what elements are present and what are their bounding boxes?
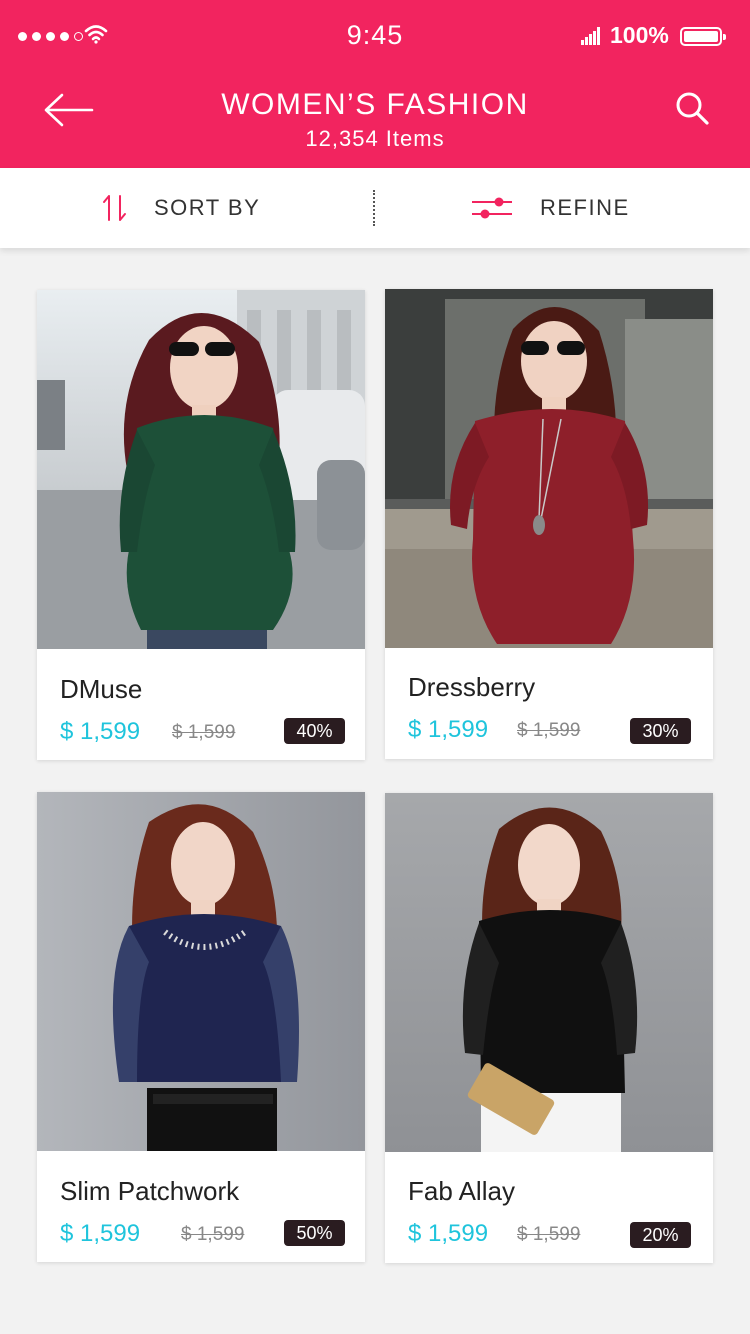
product-name: Dressberry xyxy=(408,672,536,702)
product-image[interactable] xyxy=(385,289,713,648)
refine-button[interactable]: REFINE xyxy=(470,168,630,248)
refine-label: REFINE xyxy=(540,195,630,220)
product-price: $ 1,599 xyxy=(60,718,141,745)
product-old-price: $ 1,599 xyxy=(172,722,236,743)
item-count: 12,354 Items xyxy=(305,126,445,151)
page-title-block: WOMEN’S FASHION 12,354 Items xyxy=(150,88,600,152)
filter-sliders-icon xyxy=(472,197,512,219)
toolbar-divider xyxy=(373,190,375,226)
product-name: Slim Patchwork xyxy=(60,1176,240,1206)
discount-badge: 50% xyxy=(284,1220,345,1246)
sort-by-label: SORT BY xyxy=(154,195,261,220)
product-price: $ 1,599 xyxy=(60,1220,141,1247)
product-old-price: $ 1,599 xyxy=(517,1224,581,1245)
status-bar: 9:45 100% xyxy=(0,0,750,70)
product-card[interactable]: Dressberry $ 1,599 $ 1,599 30% xyxy=(385,289,713,759)
product-price: $ 1,599 xyxy=(408,1220,489,1247)
discount-badge: 40% xyxy=(284,718,345,744)
product-card[interactable]: Slim Patchwork $ 1,599 $ 1,599 50% xyxy=(37,792,365,1262)
cellular-icon xyxy=(581,27,600,45)
battery-percent: 100% xyxy=(610,22,669,48)
product-card[interactable]: DMuse $ 1,599 $ 1,599 40% xyxy=(37,290,365,760)
product-name: DMuse xyxy=(60,674,143,704)
back-arrow-icon[interactable] xyxy=(40,88,96,132)
sort-refine-toolbar: SORT BY REFINE xyxy=(0,168,750,248)
product-old-price: $ 1,599 xyxy=(517,720,581,741)
discount-badge: 30% xyxy=(630,718,691,744)
sort-icon xyxy=(103,195,126,221)
search-icon[interactable] xyxy=(672,88,712,128)
product-price: $ 1,599 xyxy=(408,716,489,743)
product-card[interactable]: Fab Allay $ 1,599 $ 1,599 20% xyxy=(385,793,713,1263)
product-image[interactable] xyxy=(385,793,713,1152)
sort-by-button[interactable]: SORT BY xyxy=(102,168,260,248)
battery-icon xyxy=(680,27,726,46)
page-title: WOMEN’S FASHION xyxy=(221,88,529,121)
product-image[interactable] xyxy=(37,792,365,1151)
product-name: Fab Allay xyxy=(408,1176,515,1206)
discount-badge: 20% xyxy=(630,1222,691,1248)
product-image[interactable] xyxy=(37,290,365,649)
app-header: 9:45 100% WOMEN’S FASHION 12,354 Items xyxy=(0,0,750,168)
product-old-price: $ 1,599 xyxy=(181,1224,245,1245)
